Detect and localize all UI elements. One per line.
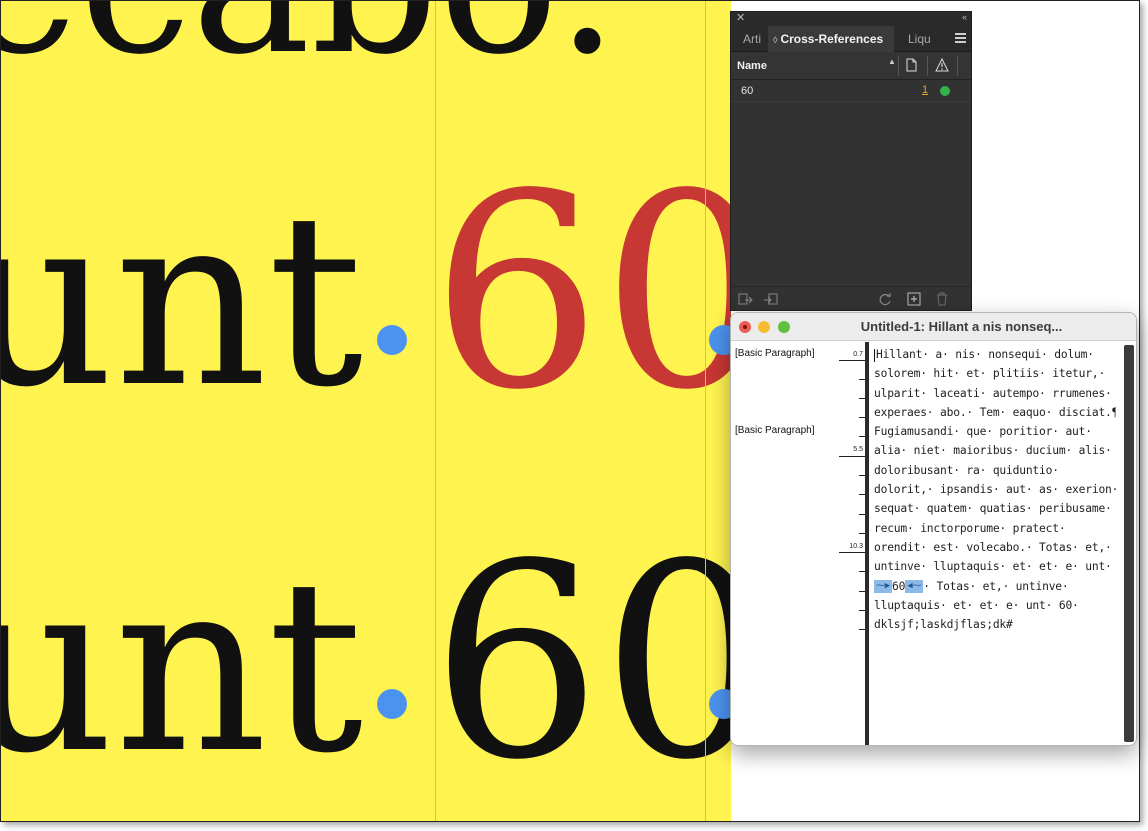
ruler-divider — [865, 342, 869, 745]
cross-references-panel: ✕ ‹‹ Arti ◊ Cross-References Liqu Name ▲ … — [730, 11, 972, 311]
sort-ascending-icon[interactable]: ▲ — [888, 57, 896, 66]
text-word-bottom[interactable]: unt — [1, 549, 363, 787]
cross-reference-number-highlighted[interactable]: 60 — [431, 159, 731, 427]
column-guide — [705, 1, 706, 821]
story-line-text: · Totas· et,· untinve· — [923, 579, 1069, 593]
depth-mark — [839, 456, 865, 457]
window-title: Untitled-1: Hillant a nis nonseq... — [860, 319, 1063, 334]
xref-name: 60 — [741, 85, 754, 97]
xref-page-link[interactable]: 1 — [922, 84, 928, 96]
depth-label: 5.5 — [853, 446, 863, 453]
depth-label: 0.7 — [853, 351, 863, 358]
text-word-middle[interactable]: unt — [1, 183, 363, 421]
panel-footer — [731, 286, 971, 310]
story-line[interactable]: sequat· quatem· quatias· peribusame· — [874, 499, 1116, 518]
page-spread[interactable]: ecabo. unt 60 unt 60 — [1, 1, 731, 821]
story-line[interactable]: recum· inctorporume· pratect· — [874, 519, 1116, 538]
vertical-scrollbar[interactable] — [1124, 345, 1134, 742]
paragraph-style-column: [Basic Paragraph] [Basic Paragraph] — [731, 342, 839, 745]
panel-topbar: ✕ ‹‹ — [731, 12, 971, 26]
close-panel-icon[interactable]: ✕ — [736, 11, 745, 24]
minimize-window-button[interactable] — [758, 321, 770, 333]
depth-ruler: 0.7 5.5 10.3 — [839, 342, 865, 745]
story-line[interactable]: lluptaquis· et· et· e· unt· 60· — [874, 596, 1116, 615]
cross-reference-number[interactable]: 60 — [431, 529, 731, 797]
xref-start-marker-icon[interactable]: ⁓▶ — [874, 580, 893, 594]
cross-reference-row[interactable]: 60 1 — [731, 80, 971, 102]
warning-icon[interactable] — [935, 58, 949, 72]
go-to-source-icon[interactable] — [737, 291, 753, 307]
story-line-text: Hillant· a· nis· nonsequi· dolum· — [876, 348, 1094, 361]
tab-cross-references[interactable]: ◊ Cross-References — [768, 26, 894, 52]
space-marker — [377, 689, 407, 719]
column-guide — [435, 1, 436, 821]
collapse-panel-icon[interactable]: ‹‹ — [962, 12, 967, 22]
paragraph-style-label[interactable]: [Basic Paragraph] — [735, 425, 815, 436]
space-marker — [377, 325, 407, 355]
xref-end-marker-icon[interactable]: ◀⁓ — [905, 580, 924, 594]
story-text-area[interactable]: Hillant· a· nis· nonsequi· dolum· solore… — [874, 342, 1116, 745]
tab-articles[interactable]: Arti — [743, 26, 769, 52]
updown-icon: ◊ — [773, 35, 778, 45]
column-divider — [898, 56, 899, 76]
story-line[interactable]: untinve· lluptaquis· et· et· e· unt· — [874, 557, 1116, 576]
story-line[interactable]: dolorit,· ipsandis· aut· as· exerion· — [874, 480, 1116, 499]
story-line[interactable]: Fugiamusandi· que· poritior· aut· — [874, 422, 1116, 441]
story-editor-body: [Basic Paragraph] [Basic Paragraph] 0.7 … — [731, 342, 1136, 745]
story-line[interactable]: dklsjf;laskdjflas;dk# — [874, 615, 1116, 634]
story-line[interactable]: ulparit· laceati· autempo· rrumenes· — [874, 384, 1116, 403]
story-line[interactable]: experaes· abo.· Tem· eaquo· disciat.¶ — [874, 403, 1116, 422]
close-window-button[interactable] — [739, 321, 751, 333]
window-titlebar[interactable]: Untitled-1: Hillant a nis nonseq... — [731, 313, 1136, 341]
story-line[interactable]: orendit· est· volecabo.· Totas· et,· — [874, 538, 1116, 557]
text-line-top[interactable]: ecabo. — [1, 1, 619, 83]
story-line-with-xref[interactable]: ⁓▶ 60 ◀⁓ · Totas· et,· untinve· — [874, 577, 1116, 596]
story-line[interactable]: solorem· hit· et· plitiis· itetur,· — [874, 364, 1116, 383]
story-editor-window: Untitled-1: Hillant a nis nonseq... [Bas… — [730, 312, 1137, 746]
paragraph-style-label[interactable]: [Basic Paragraph] — [735, 348, 815, 359]
column-divider — [957, 56, 958, 76]
depth-label: 10.3 — [849, 543, 863, 550]
create-cross-reference-icon[interactable] — [906, 291, 922, 307]
update-cross-references-icon[interactable] — [877, 291, 893, 307]
space-marker — [709, 689, 731, 719]
panel-tabs: Arti ◊ Cross-References Liqu — [731, 26, 971, 52]
tab-cross-references-label: Cross-References — [780, 32, 884, 46]
delete-icon[interactable] — [934, 291, 950, 307]
tab-liquid-layout[interactable]: Liqu — [908, 26, 938, 52]
column-divider — [927, 56, 928, 76]
depth-mark — [839, 360, 865, 361]
maximize-window-button[interactable] — [778, 321, 790, 333]
story-line[interactable]: Hillant· a· nis· nonsequi· dolum· — [874, 345, 1116, 364]
text-cursor — [874, 348, 875, 362]
panel-menu-icon[interactable] — [955, 33, 966, 43]
column-header-name[interactable]: Name — [737, 60, 767, 72]
depth-mark — [839, 552, 865, 553]
story-line[interactable]: doloribusant· ra· quiduntio· — [874, 461, 1116, 480]
go-to-destination-icon[interactable] — [763, 291, 779, 307]
story-line[interactable]: alia· niet· maioribus· ducium· alis· — [874, 441, 1116, 460]
xref-status-ok-icon — [940, 86, 950, 96]
table-header: Name ▲ — [731, 52, 971, 80]
xref-value: 60 — [892, 579, 906, 593]
page-icon[interactable] — [906, 58, 917, 72]
space-marker — [709, 325, 731, 355]
